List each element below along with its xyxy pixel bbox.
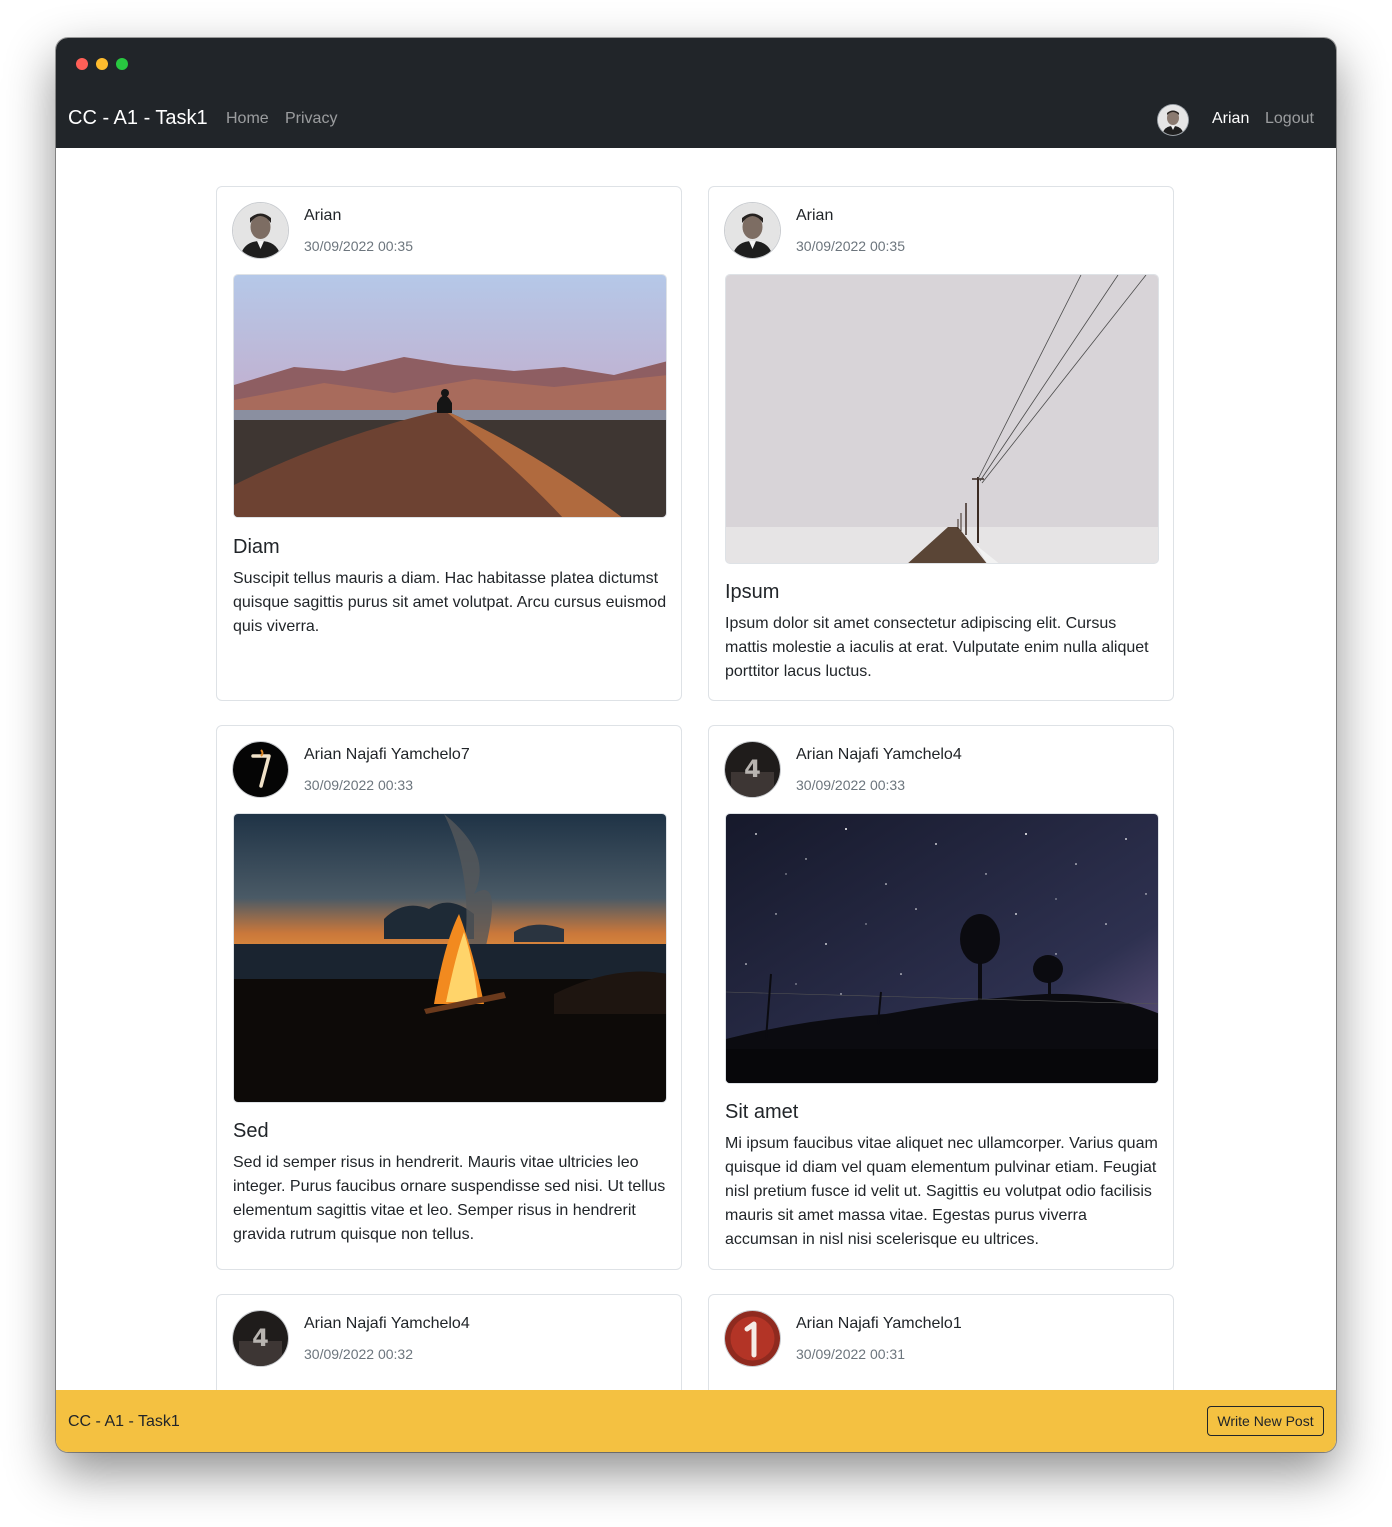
post-card: Arian 30/09/2022 00:35 Ipsum Ipsum dolor… — [708, 186, 1174, 701]
post-date: 30/09/2022 00:32 — [304, 1346, 413, 1362]
write-new-post-button[interactable]: Write New Post — [1207, 1406, 1324, 1436]
maximize-window-button[interactable] — [116, 58, 128, 70]
post-author-avatar — [233, 203, 288, 258]
browser-window: CC - A1 - Task1 Home Privacy Arian Logou… — [56, 38, 1336, 1452]
post-author-avatar — [233, 742, 288, 797]
starry-night-trees-photo — [726, 814, 1158, 1083]
post-image — [725, 274, 1159, 564]
post-card: Arian 30/09/2022 00:35 Diam Suscipit tel… — [216, 186, 682, 701]
post-title: Sed — [233, 1120, 269, 1142]
post-author-name[interactable]: Arian — [796, 206, 833, 226]
post-author-name[interactable]: Arian Najafi Yamchelo1 — [796, 1314, 962, 1334]
post-author-name[interactable]: Arian Najafi Yamchelo7 — [304, 745, 470, 765]
person-photo-icon — [1158, 105, 1188, 135]
number-four-icon: 4 — [233, 1311, 288, 1366]
post-card: 4 Arian Najafi Yamchelo4 30/09/2022 00:3… — [216, 1294, 682, 1390]
post-body: Mi ipsum faucibus vitae aliquet nec ulla… — [725, 1135, 1158, 1248]
post-date: 30/09/2022 00:33 — [796, 777, 905, 793]
posts-feed: Arian 30/09/2022 00:35 Diam Suscipit tel… — [56, 148, 1336, 1390]
post-image — [233, 274, 667, 518]
post-body: Ipsum dolor sit amet consectetur adipisc… — [725, 615, 1149, 680]
svg-text:4: 4 — [744, 755, 761, 783]
post-title: Diam — [233, 536, 280, 558]
post-author-avatar: 4 — [725, 742, 780, 797]
desert-dunes-photo — [234, 275, 666, 517]
person-photo-icon — [725, 203, 780, 258]
post-date: 30/09/2022 00:35 — [796, 238, 905, 254]
post-author-name[interactable]: Arian Najafi Yamchelo4 — [304, 1314, 470, 1334]
nav-link-home[interactable]: Home — [226, 109, 269, 129]
bottom-footer: CC - A1 - Task1 Write New Post — [56, 1390, 1336, 1452]
footer-brand: CC - A1 - Task1 — [68, 1413, 180, 1430]
number-seven-icon — [233, 742, 288, 797]
window-titlebar — [56, 38, 1336, 90]
close-window-button[interactable] — [76, 58, 88, 70]
user-avatar[interactable] — [1158, 105, 1188, 135]
post-body: Sed id semper risus in hendrerit. Mauris… — [233, 1154, 666, 1243]
navbar-brand[interactable]: CC - A1 - Task1 — [68, 106, 208, 130]
nav-username[interactable]: Arian — [1212, 109, 1249, 129]
post-card: 4 Arian Najafi Yamchelo4 30/09/2022 00:3… — [708, 725, 1174, 1270]
post-author-avatar: 4 — [233, 1311, 288, 1366]
post-image — [233, 813, 667, 1103]
post-title: Sit amet — [725, 1101, 799, 1123]
post-author-name[interactable]: Arian Najafi Yamchelo4 — [796, 745, 962, 765]
post-author-name[interactable]: Arian — [304, 206, 341, 226]
nav-logout-link[interactable]: Logout — [1265, 109, 1314, 129]
number-one-icon — [725, 1311, 780, 1366]
number-four-icon: 4 — [725, 742, 780, 797]
minimize-window-button[interactable] — [96, 58, 108, 70]
snowy-road-power-lines-photo — [726, 275, 1158, 563]
post-date: 30/09/2022 00:31 — [796, 1346, 905, 1362]
post-image — [725, 813, 1159, 1084]
post-body: Suscipit tellus mauris a diam. Hac habit… — [233, 570, 667, 635]
post-card: Arian Najafi Yamchelo1 30/09/2022 00:31 — [708, 1294, 1174, 1390]
post-date: 30/09/2022 00:33 — [304, 777, 413, 793]
campfire-sunset-photo — [234, 814, 666, 1102]
post-title: Ipsum — [725, 581, 780, 603]
post-author-avatar — [725, 1311, 780, 1366]
nav-link-privacy[interactable]: Privacy — [285, 109, 337, 129]
person-photo-icon — [233, 203, 288, 258]
svg-text:4: 4 — [252, 1324, 269, 1352]
post-card: Arian Najafi Yamchelo7 30/09/2022 00:33 — [216, 725, 682, 1270]
post-author-avatar — [725, 203, 780, 258]
top-navbar: CC - A1 - Task1 Home Privacy Arian Logou… — [56, 90, 1336, 148]
post-date: 30/09/2022 00:35 — [304, 238, 413, 254]
